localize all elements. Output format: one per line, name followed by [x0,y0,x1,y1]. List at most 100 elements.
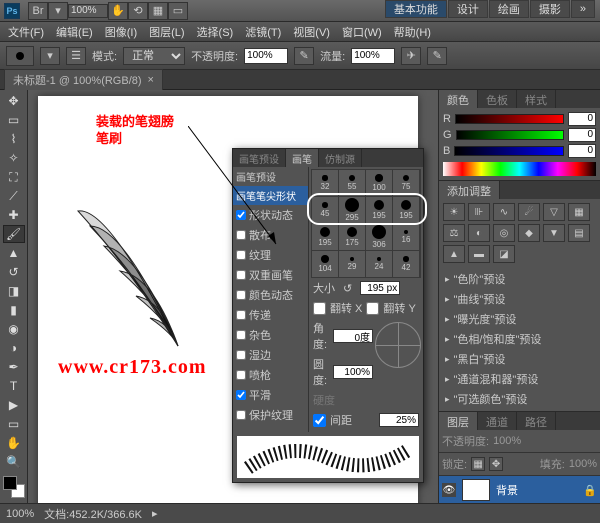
brush-opt-4[interactable]: 颜色动态 [233,285,308,305]
crop-tool-icon[interactable]: ⛶ [3,168,25,186]
brush-tip[interactable]: 195 [366,197,392,223]
spacing-input[interactable] [379,413,419,427]
bridge-icon[interactable]: Br [28,2,48,20]
brush-opt-checkbox[interactable] [236,230,246,240]
dodge-tool-icon[interactable]: ◑ [3,339,25,357]
brush-picker-icon[interactable]: ▾ [40,47,60,65]
brush-tip[interactable]: 75 [393,170,419,196]
preset-levels[interactable]: "色阶"预设 [439,269,600,289]
menu-view[interactable]: 视图(V) [287,22,336,42]
size-input[interactable] [360,281,400,295]
brush-tip[interactable]: 16 [393,224,419,250]
move-tool-icon[interactable]: ✥ [3,92,25,110]
zoom-select[interactable] [68,4,108,18]
arrange-icon[interactable]: ▦ [148,2,168,20]
brush-preview-icon[interactable] [6,46,34,66]
lasso-tool-icon[interactable]: ⌇ [3,130,25,148]
curves-icon[interactable]: ∿ [493,203,515,221]
photofilter-icon[interactable]: ◎ [493,224,515,242]
blend-mode-select[interactable]: 正常 [123,47,185,65]
brush-opt-checkbox[interactable] [236,390,246,400]
tab-adjustments[interactable]: 添加调整 [439,181,500,199]
visibility-icon[interactable]: 👁 [442,483,456,497]
gradient-tool-icon[interactable]: ▮ [3,301,25,319]
threshold-icon[interactable]: ▲ [443,245,465,263]
healing-tool-icon[interactable]: ✚ [3,206,25,224]
hand-icon[interactable]: ✋ [108,2,128,20]
document-tab[interactable]: 未标题-1 @ 100%(RGB/8) × [4,69,163,91]
menu-filter[interactable]: 滤镜(T) [239,22,287,42]
bw-icon[interactable]: ◐ [468,224,490,242]
layer-row-background[interactable]: 👁 背景 🔒 [439,476,600,504]
layer-thumbnail[interactable] [462,479,490,501]
brush-tip[interactable]: 195 [312,224,338,250]
b-slider[interactable] [454,146,564,156]
shape-tool-icon[interactable]: ▭ [3,415,25,433]
brush-tool-icon[interactable]: 🖌 [3,225,25,243]
brush-tip[interactable]: 306 [366,224,392,250]
angle-input[interactable] [333,329,373,343]
menu-select[interactable]: 选择(S) [191,22,240,42]
brush-tip[interactable]: 100 [366,170,392,196]
flipy-checkbox[interactable] [366,302,379,315]
status-zoom[interactable]: 100% [6,508,34,520]
ws-tab-painting[interactable]: 绘画 [489,0,529,18]
brush-opt-checkbox[interactable] [236,350,246,360]
pen-tool-icon[interactable]: ✒ [3,358,25,376]
preset-curves[interactable]: "曲线"预设 [439,289,600,309]
brush-opt-2[interactable]: 纹理 [233,245,308,265]
type-tool-icon[interactable]: T [3,377,25,395]
tab-color[interactable]: 颜色 [439,90,478,108]
fg-color-swatch[interactable] [3,476,17,490]
angle-widget[interactable] [375,322,421,368]
exposure-icon[interactable]: ☄ [518,203,540,221]
ws-tab-essentials[interactable]: 基本功能 [385,0,447,18]
spacing-checkbox[interactable] [313,414,326,427]
blur-tool-icon[interactable]: ◉ [3,320,25,338]
screen-mode-icon[interactable]: ▭ [168,2,188,20]
brush-tip[interactable]: 42 [393,251,419,277]
brush-tip[interactable]: 24 [366,251,392,277]
tab-styles[interactable]: 样式 [517,90,556,108]
path-select-icon[interactable]: ▶ [3,396,25,414]
preset-chanmix[interactable]: "通道混和器"预设 [439,369,600,389]
tab-paths[interactable]: 路径 [517,412,556,430]
brush-opt-1[interactable]: 散布 [233,225,308,245]
brush-opt-checkbox[interactable] [236,410,246,420]
preset-selcolor[interactable]: "可选颜色"预设 [439,389,600,409]
opacity-input[interactable] [244,48,288,64]
brush-presets-row[interactable]: 画笔预设 [233,167,308,186]
reset-size-icon[interactable]: ↺ [343,282,352,295]
tablet-pressure-icon[interactable]: ✎ [427,47,447,65]
brush-tip[interactable]: 45 [312,197,338,223]
roundness-input[interactable] [333,365,373,379]
marquee-tool-icon[interactable]: ▭ [3,111,25,129]
eyedropper-tool-icon[interactable]: ⟋ [3,187,25,205]
brush-opt-10[interactable]: 保护纹理 [233,405,308,425]
airbrush-icon[interactable]: ✈ [401,47,421,65]
close-icon[interactable]: × [148,74,154,86]
stamp-tool-icon[interactable]: ▲ [3,244,25,262]
posterize-icon[interactable]: ▤ [568,224,590,242]
brush-opt-6[interactable]: 杂色 [233,325,308,345]
brush-opt-3[interactable]: 双重画笔 [233,265,308,285]
hue-icon[interactable]: ▦ [568,203,590,221]
brush-opt-8[interactable]: 喷枪 [233,365,308,385]
colorbalance-icon[interactable]: ⚖ [443,224,465,242]
brush-opt-checkbox[interactable] [236,210,246,220]
menu-help[interactable]: 帮助(H) [388,22,437,42]
r-value[interactable]: 0 [568,112,596,126]
brush-opt-checkbox[interactable] [236,270,246,280]
preset-bw[interactable]: "黑白"预设 [439,349,600,369]
fill-value[interactable]: 100% [569,458,597,470]
tab-brush[interactable]: 画笔 [286,149,319,167]
g-value[interactable]: 0 [568,128,596,142]
wand-tool-icon[interactable]: ✧ [3,149,25,167]
zoom-tool-icon[interactable]: 🔍 [3,453,25,471]
g-slider[interactable] [456,130,564,140]
brush-tip-grid[interactable]: 3255100754529519519519517530616104292442 [311,169,421,278]
brush-tip[interactable]: 104 [312,251,338,277]
menu-file[interactable]: 文件(F) [2,22,50,42]
layer-opacity-value[interactable]: 100% [493,435,521,447]
brush-tip[interactable]: 55 [339,170,365,196]
